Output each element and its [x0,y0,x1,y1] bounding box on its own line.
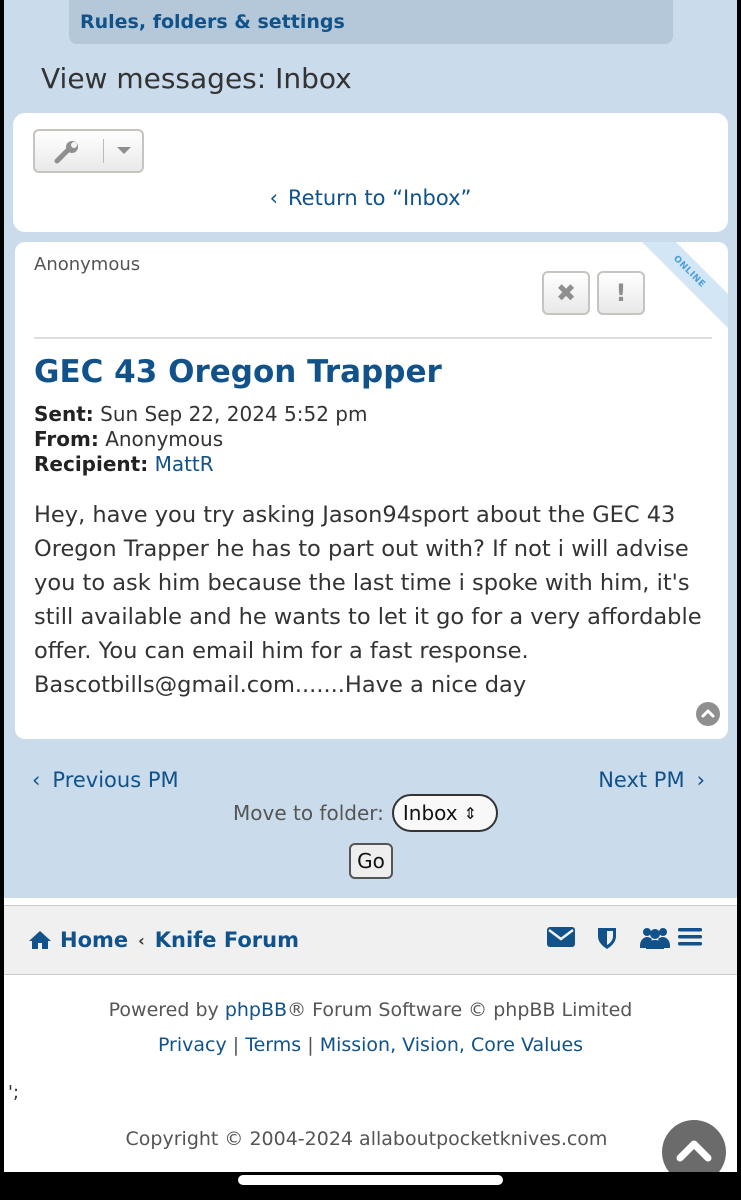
return-link-label: Return to “Inbox” [288,186,472,210]
privacy-link[interactable]: Privacy [158,1034,227,1056]
from-name: Anonymous [105,427,224,451]
page-title: View messages: Inbox [41,62,352,95]
previous-pm-label: Previous PM [52,768,179,792]
go-button[interactable]: Go [349,843,393,879]
folder-select[interactable]: Inbox ⇕ [391,794,498,832]
previous-pm-link[interactable]: ‹ Previous PM [32,768,179,792]
recipient-row: Recipient: MattR [34,452,367,477]
message-meta: Sent: Sun Sep 22, 2024 5:52 pm From: Ano… [34,402,367,477]
back-to-top-button[interactable] [696,702,720,726]
message-line: Bascotbills@gmail.com.......Have a nice … [34,672,527,698]
chevron-up-icon [701,709,715,718]
bottom-navbar: Home ‹ Knife Forum [4,905,737,975]
chevron-up-icon [676,1140,712,1162]
divider [34,337,712,339]
report-button[interactable]: ! [597,271,645,315]
home-icon [29,931,51,949]
menu-icon[interactable] [678,926,702,948]
rules-folders-settings-tab[interactable]: Rules, folders & settings [69,0,673,44]
powered-by: Powered by phpBB® Forum Software © phpBB… [4,999,737,1021]
next-pm-link[interactable]: Next PM › [598,768,705,792]
powered-prefix: Powered by [108,999,225,1021]
footer-separator: | [307,1034,314,1056]
recipient-label: Recipient: [34,452,149,476]
author-name[interactable]: Anonymous [34,254,140,275]
powered-suffix: ® Forum Software © phpBB Limited [287,999,633,1021]
chevron-left-icon: ‹ [138,930,145,950]
message-line: Oregon Trapper he has to part out with? … [34,536,689,562]
folder-select-value: Inbox [402,801,458,825]
home-indicator[interactable] [238,1175,503,1185]
page: Rules, folders & settings View messages:… [4,0,737,1172]
knife-forum-link[interactable]: Knife Forum [155,928,299,952]
close-icon: ✖ [555,279,577,307]
recipient-link[interactable]: MattR [155,452,214,476]
next-pm-label: Next PM [598,768,685,792]
breadcrumb: Home ‹ Knife Forum [28,928,299,952]
action-bar: ‹ Return to “Inbox” [13,113,728,232]
users-icon[interactable] [640,926,670,950]
envelope-icon[interactable] [547,926,575,948]
terms-link[interactable]: Terms [245,1034,301,1056]
message-panel: Anonymous ONLINE ✖ ! GEC 43 Oregon Trapp… [15,242,728,739]
from-row: From: Anonymous [34,427,367,452]
message-tools-button[interactable] [33,129,144,173]
message-line: offer. You can email him for a fast resp… [34,638,529,664]
shield-icon[interactable] [596,926,618,950]
message-subject[interactable]: GEC 43 Oregon Trapper [34,354,442,390]
scroll-to-top-button[interactable] [662,1120,726,1172]
copyright: Copyright © 2004-2024 allaboutpocketkniv… [125,1128,608,1150]
phpbb-link[interactable]: phpBB [225,999,287,1021]
sent-date: Sun Sep 22, 2024 5:52 pm [100,402,368,426]
message-line: still available and he wants to let it g… [34,604,702,630]
stray-text: '; [8,1082,20,1103]
content-area: Rules, folders & settings View messages:… [4,0,737,898]
footer-separator: | [232,1034,240,1056]
message-line: Hey, have you try asking Jason94sport ab… [34,502,676,528]
footer-links: Privacy | Terms | Mission, Vision, Core … [4,1034,737,1056]
exclamation-icon: ! [615,279,627,307]
move-to-folder-row: Move to folder: Inbox ⇕ [233,794,498,832]
sent-row: Sent: Sun Sep 22, 2024 5:52 pm [34,402,367,427]
return-to-inbox-link[interactable]: ‹ Return to “Inbox” [13,186,728,210]
message-body: Hey, have you try asking Jason94sport ab… [34,498,724,702]
home-link[interactable]: Home [60,928,128,952]
move-to-folder-label: Move to folder: [233,801,384,825]
message-line: you to ask him because the last time i s… [34,570,690,596]
mission-link[interactable]: Mission, Vision, Core Values [320,1034,583,1056]
chevron-updown-icon: ⇕ [463,803,478,823]
chevron-right-icon: › [696,768,705,792]
from-label: From: [34,427,99,451]
delete-button[interactable]: ✖ [542,271,590,315]
sent-label: Sent: [34,402,94,426]
chevron-left-icon: ‹ [32,768,41,792]
tools-separator [103,139,104,163]
chevron-left-icon: ‹ [269,186,279,210]
wrench-icon [54,141,78,164]
caret-down-icon [117,147,131,154]
